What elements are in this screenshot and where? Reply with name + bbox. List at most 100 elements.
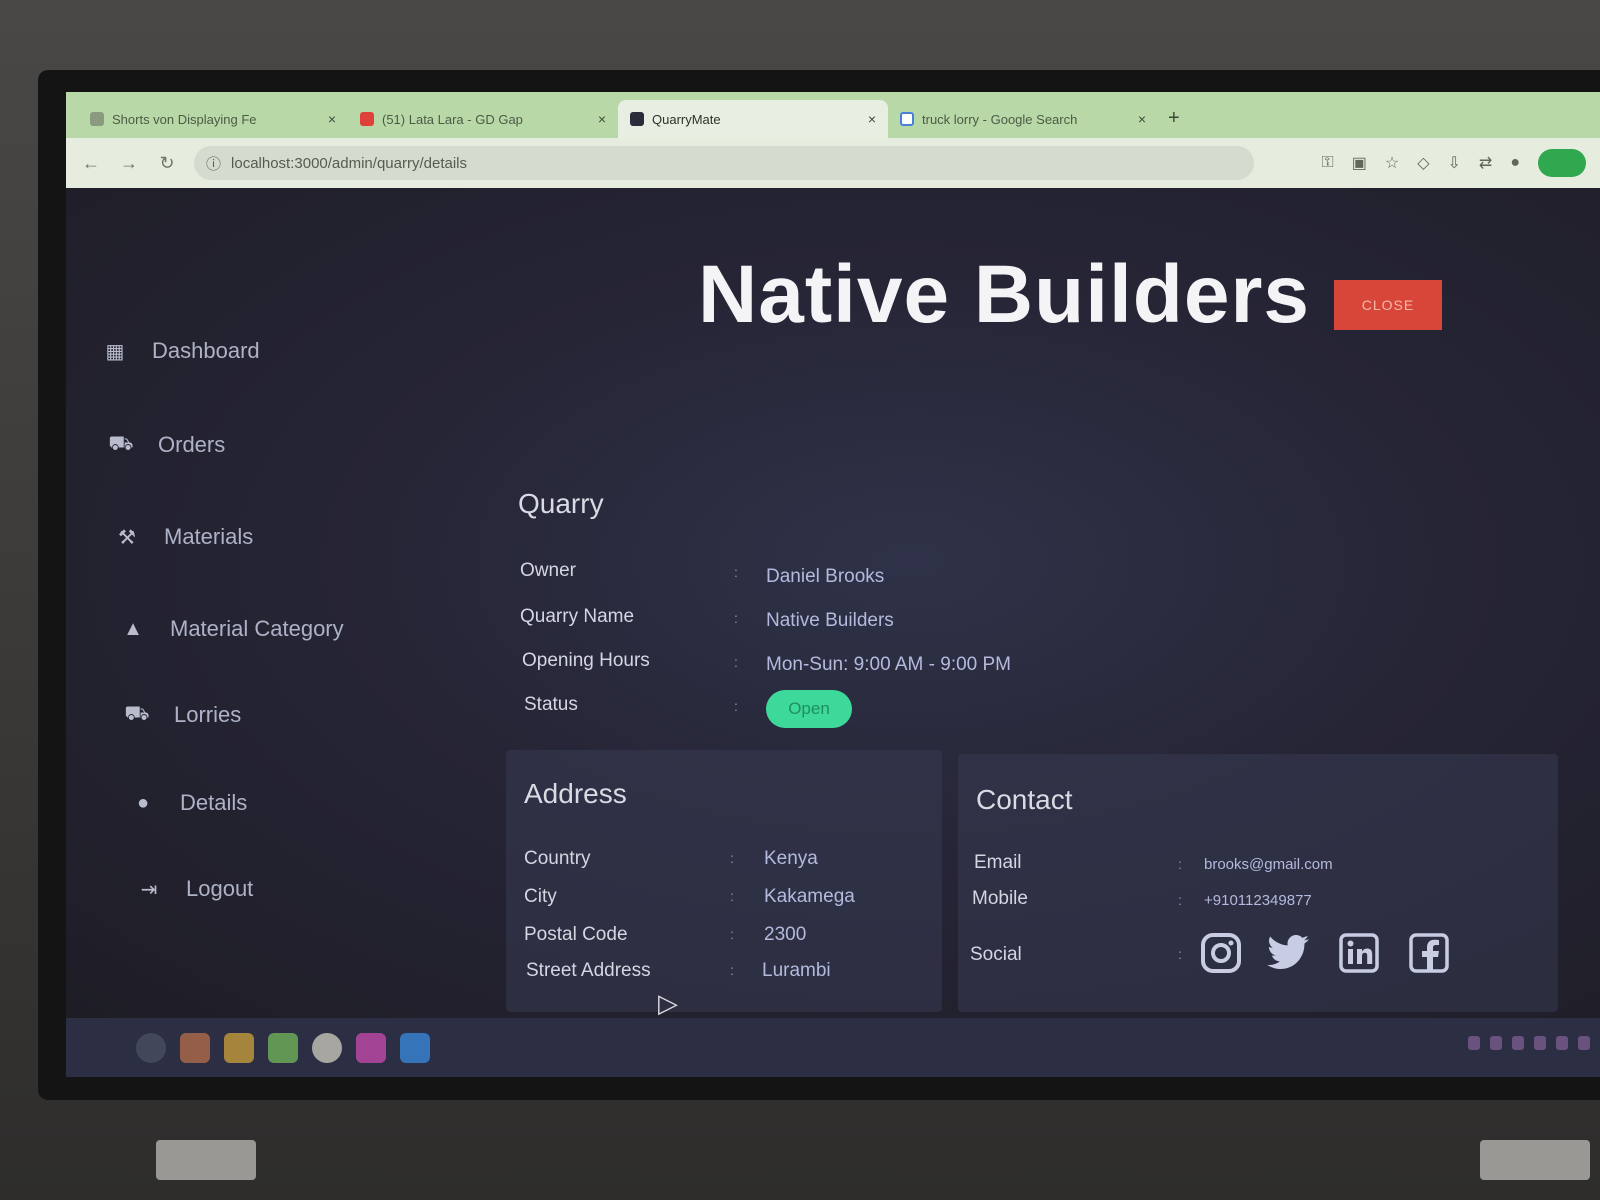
app-icon[interactable] — [356, 1032, 386, 1063]
sidebar-item-material-category[interactable]: ▲ Material Category — [122, 616, 344, 642]
sidebar-item-materials[interactable]: ⚒ Materials — [116, 524, 253, 550]
screen: Shorts von Displaying Fe × (51) Lata Lar… — [66, 92, 1600, 1077]
sidebar: ▦ Dashboard ⛟ Orders ⚒ Materials ▲ Mater… — [66, 188, 486, 1018]
twitter-icon[interactable] — [1266, 930, 1312, 976]
truck-icon: ⛟ — [108, 432, 134, 455]
browser-tab-strip: Shorts von Displaying Fe × (51) Lata Lar… — [66, 92, 1600, 138]
sidebar-item-label: Materials — [164, 524, 254, 549]
city-value: Kakamega — [764, 886, 855, 907]
quarry-heading: Quarry — [518, 488, 604, 519]
street-address-label: Street Address — [526, 960, 651, 981]
tab-close-icon[interactable]: × — [868, 111, 876, 127]
tab-close-icon[interactable]: × — [1138, 111, 1146, 127]
laptop-body: Shorts von Displaying Fe × (51) Lata Lar… — [0, 0, 1600, 1200]
tab-title: Shorts von Displaying Fe — [112, 111, 257, 127]
facebook-icon[interactable] — [1406, 930, 1452, 976]
new-tab-button[interactable]: + — [1158, 107, 1190, 138]
page-title: Native Builders — [698, 249, 1310, 340]
address-bar[interactable]: ⓘ localhost:3000/admin/quarry/details — [194, 146, 1254, 180]
field-separator: : — [1178, 946, 1182, 962]
instagram-icon[interactable] — [1198, 930, 1244, 976]
browser-tab[interactable]: truck lorry - Google Search × — [888, 100, 1158, 138]
tab-favicon-icon — [630, 112, 644, 126]
tray-icon[interactable] — [1556, 1036, 1568, 1050]
reload-icon[interactable]: ↻ — [156, 153, 178, 174]
email-label: Email — [974, 852, 1022, 873]
sidebar-item-details[interactable]: ● Details — [132, 790, 247, 816]
field-separator: : — [1178, 856, 1182, 872]
country-label: Country — [524, 848, 591, 869]
system-tray — [1468, 1036, 1590, 1050]
sidebar-item-label: Orders — [158, 432, 226, 457]
field-separator: : — [734, 610, 738, 626]
sidebar-item-lorries[interactable]: ⛟ Lorries — [124, 702, 242, 728]
lorry-icon: ⛟ — [124, 702, 150, 725]
laptop-hinge — [1480, 1140, 1590, 1180]
field-separator: : — [734, 564, 738, 580]
youtube-icon — [360, 112, 374, 126]
address-heading: Address — [524, 778, 627, 809]
bookmark-star-icon[interactable]: ☆ — [1385, 153, 1399, 173]
email-value[interactable]: brooks@gmail.com — [1204, 856, 1333, 873]
grid-icon: ▦ — [105, 340, 125, 363]
field-separator: : — [734, 698, 738, 714]
mouse-cursor-icon: ▷ — [658, 988, 678, 1018]
tab-close-icon[interactable]: × — [598, 111, 606, 127]
owner-value: Daniel Brooks — [766, 566, 885, 587]
tab-title: QuarryMate — [652, 111, 721, 127]
back-icon[interactable]: ← — [80, 153, 102, 174]
password-key-icon[interactable]: ⚿ — [1322, 154, 1334, 172]
forward-icon[interactable]: → — [118, 153, 140, 174]
sidebar-item-label: Dashboard — [152, 338, 260, 363]
browser-tab[interactable]: Shorts von Displaying Fe × — [78, 100, 348, 138]
browser-toolbar: ← → ↻ ⓘ localhost:3000/admin/quarry/deta… — [66, 138, 1600, 188]
site-info-icon[interactable]: ⓘ — [206, 153, 221, 174]
social-label: Social — [970, 944, 1022, 965]
mobile-label: Mobile — [972, 888, 1028, 909]
tray-icon[interactable] — [1512, 1036, 1524, 1050]
country-value: Kenya — [764, 848, 818, 869]
cast-icon[interactable]: ▣ — [1352, 153, 1367, 173]
url-text: localhost:3000/admin/quarry/details — [231, 154, 467, 172]
field-separator: : — [730, 850, 734, 866]
profile-icon[interactable]: ● — [1510, 154, 1520, 172]
tray-icon[interactable] — [1490, 1036, 1502, 1050]
sidebar-item-logout[interactable]: ⇥ Logout — [138, 876, 254, 902]
chrome-icon[interactable] — [312, 1032, 342, 1063]
tab-close-icon[interactable]: × — [328, 111, 336, 127]
street-address-value: Lurambi — [762, 960, 831, 981]
field-separator: : — [730, 962, 734, 978]
folder-icon[interactable] — [224, 1032, 254, 1063]
start-icon[interactable] — [136, 1032, 166, 1063]
postal-code-label: Postal Code — [524, 924, 628, 945]
download-icon[interactable]: ⇩ — [1448, 153, 1461, 173]
sidebar-item-label: Logout — [186, 876, 254, 901]
extensions-icon[interactable]: ◇ — [1417, 153, 1429, 173]
opening-hours-label: Opening Hours — [522, 650, 650, 671]
tray-icon[interactable] — [1534, 1036, 1546, 1050]
browser-tab-active[interactable]: QuarryMate × — [618, 100, 888, 138]
sidebar-item-label: Lorries — [174, 702, 242, 727]
sidebar-item-dashboard[interactable]: ▦ Dashboard — [104, 338, 260, 364]
browser-tab[interactable]: (51) Lata Lara - GD Gap × — [348, 100, 618, 138]
app-content: ▦ Dashboard ⛟ Orders ⚒ Materials ▲ Mater… — [66, 188, 1600, 1018]
close-button[interactable]: CLOSE — [1334, 280, 1442, 330]
linkedin-icon[interactable] — [1336, 930, 1382, 976]
translate-icon[interactable]: ⇄ — [1479, 153, 1492, 173]
extension-button[interactable] — [1537, 149, 1586, 177]
status-badge: Open — [766, 690, 852, 728]
sidebar-item-label: Details — [180, 790, 248, 815]
vscode-icon[interactable] — [400, 1032, 430, 1063]
tray-icon[interactable] — [1468, 1036, 1480, 1050]
google-icon — [900, 112, 914, 126]
field-separator: : — [730, 888, 734, 904]
owner-label: Owner — [520, 560, 576, 581]
opening-hours-value: Mon-Sun: 9:00 AM - 9:00 PM — [766, 654, 1012, 675]
app-icon[interactable] — [180, 1032, 210, 1063]
city-label: City — [524, 886, 557, 907]
app-icon[interactable] — [268, 1032, 298, 1063]
shapes-icon: ▲ — [123, 617, 143, 640]
sidebar-item-orders[interactable]: ⛟ Orders — [108, 432, 226, 458]
quarry-name-label: Quarry Name — [520, 606, 635, 627]
tray-icon[interactable] — [1578, 1036, 1590, 1050]
